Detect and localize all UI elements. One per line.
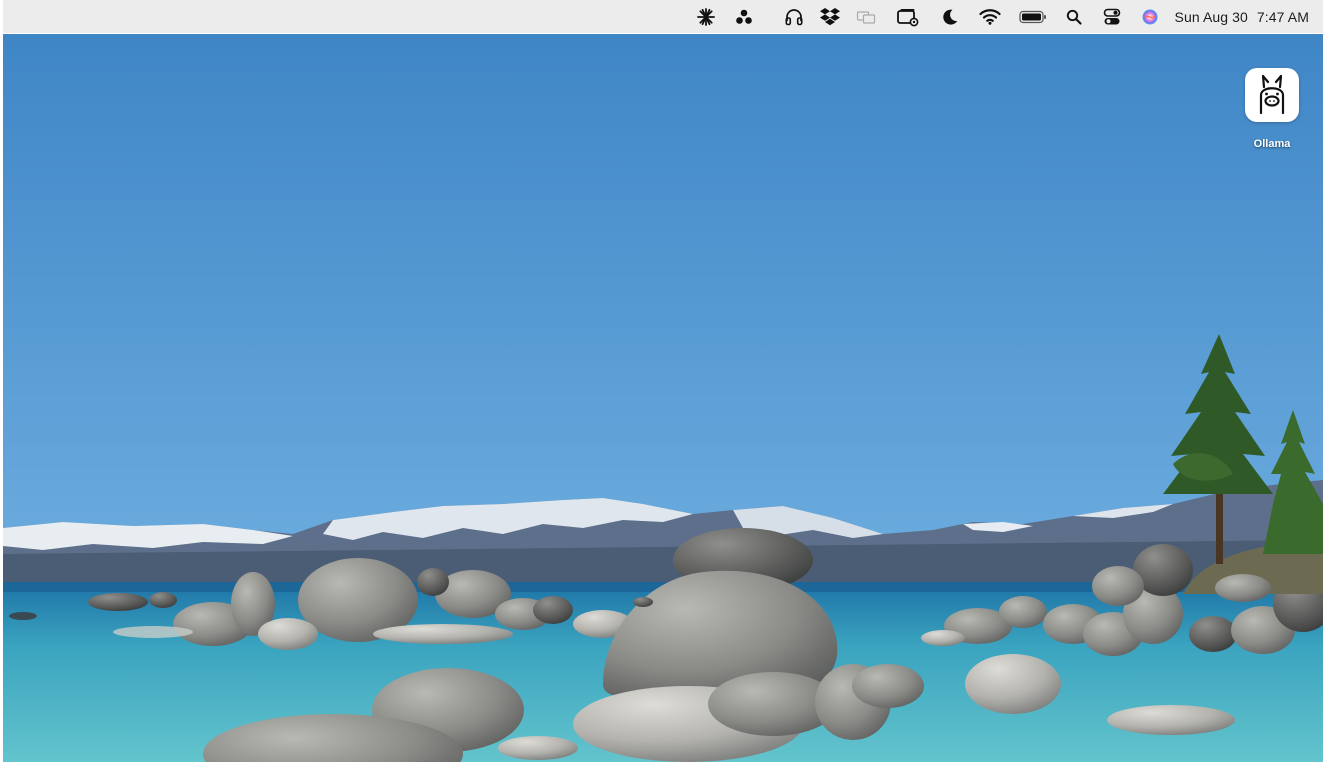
screen: Sun Aug 30 7:47 AM Ollama <box>0 0 1326 766</box>
ollama-llama-icon[interactable] <box>1245 68 1299 122</box>
spotlight-search-icon[interactable] <box>1055 0 1093 33</box>
screen-mirror-icon[interactable] <box>847 0 885 33</box>
perplexity-icon[interactable] <box>687 0 725 33</box>
recycle-triangle-icon[interactable] <box>725 0 763 33</box>
menu-bar-time: 7:47 AM <box>1256 8 1309 25</box>
desktop[interactable]: Ollama <box>3 34 1323 762</box>
control-center-icon[interactable] <box>1093 0 1131 33</box>
wifi-icon[interactable] <box>969 0 1011 33</box>
siri-icon[interactable] <box>1131 0 1169 33</box>
menu-bar: Sun Aug 30 7:47 AM <box>3 0 1323 33</box>
wallpaper-image <box>3 34 1323 762</box>
desktop-icon-label: Ollama <box>1253 138 1291 150</box>
menu-bar-clock[interactable]: Sun Aug 30 7:47 AM <box>1175 0 1309 33</box>
battery-icon[interactable] <box>1011 0 1055 33</box>
display-settings-icon[interactable] <box>885 0 931 33</box>
menu-bar-date: Sun Aug 30 <box>1174 8 1248 25</box>
dropbox-icon[interactable] <box>813 0 847 33</box>
headphones-icon[interactable] <box>775 0 813 33</box>
desktop-icon-ollama[interactable]: Ollama <box>1239 68 1305 150</box>
moon-focus-icon[interactable] <box>931 0 969 33</box>
